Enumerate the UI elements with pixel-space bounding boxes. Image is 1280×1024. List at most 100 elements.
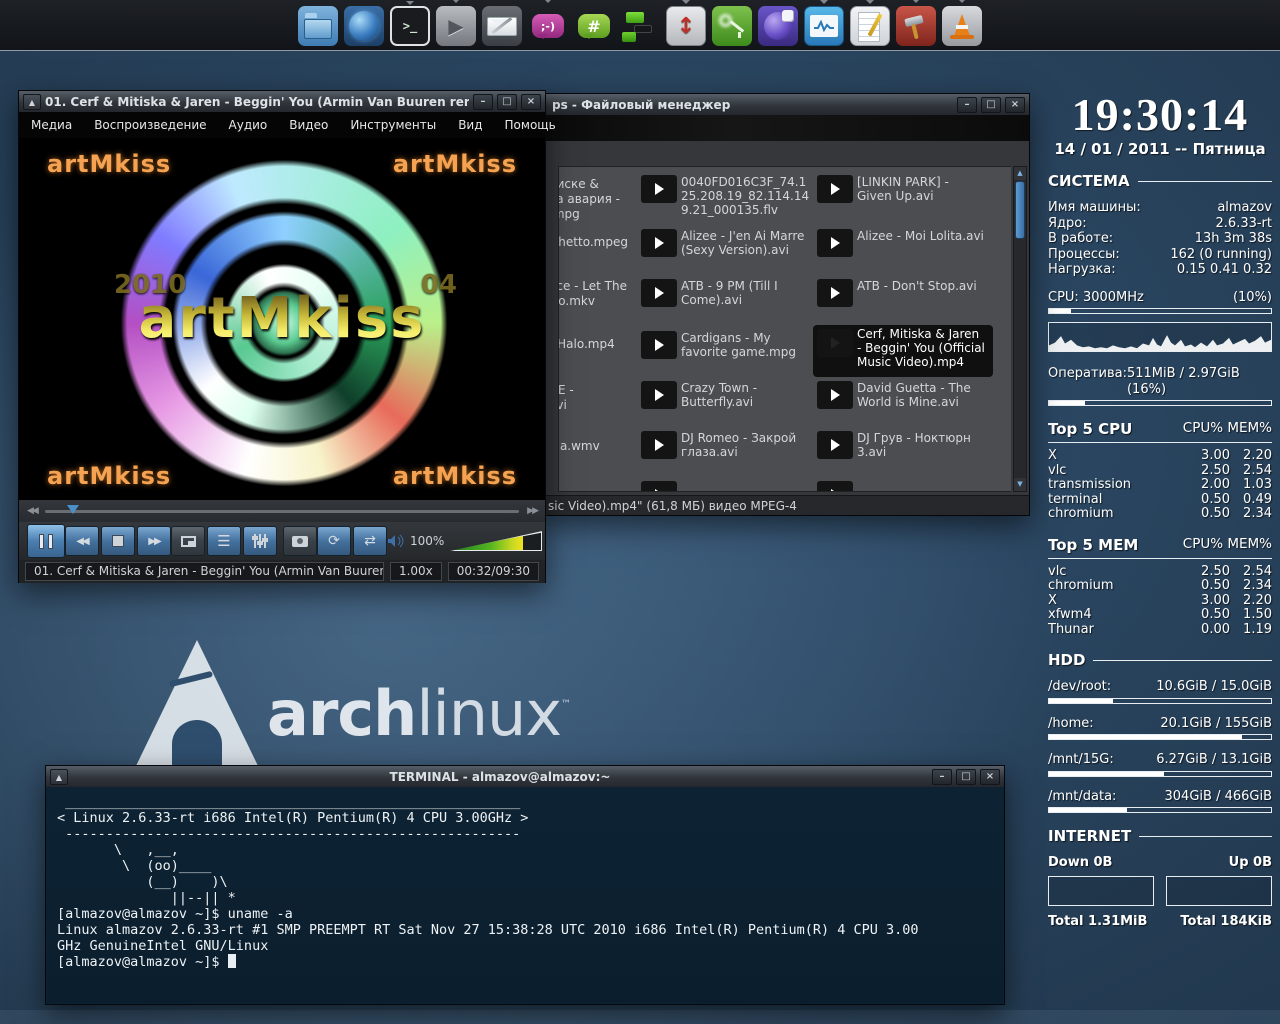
cpu-graph-plot bbox=[1049, 323, 1271, 351]
file-item-label[interactable]: Ghetto.mpeg bbox=[558, 235, 628, 250]
video-file-icon[interactable] bbox=[817, 279, 853, 307]
equalizer-button[interactable] bbox=[243, 526, 277, 556]
file-item-label[interactable]: NE - avi bbox=[558, 383, 574, 413]
file-manager-menubar[interactable] bbox=[538, 115, 1029, 141]
file-manager-titlebar[interactable]: ps - Файловый менеджер – □ × bbox=[538, 94, 1029, 115]
file-item-label[interactable]: ina.wmv bbox=[558, 439, 600, 454]
dock-network-globe-icon[interactable] bbox=[758, 6, 798, 46]
dock-file-manager-icon[interactable] bbox=[298, 6, 338, 46]
video-file-icon[interactable] bbox=[817, 481, 853, 492]
file-item-label[interactable]: David Guetta - The World is Mine.avi bbox=[857, 381, 987, 409]
snapshot-button[interactable] bbox=[283, 526, 317, 556]
playlist-button[interactable]: ☰ bbox=[207, 526, 241, 556]
file-item-label[interactable]: Alizee - J'en Ai Marre (Sexy Version).av… bbox=[681, 229, 811, 257]
top-cpu-header: Top 5 CPUCPU% MEM% bbox=[1048, 420, 1272, 443]
file-item-label[interactable]: DJ Romeo - Закрой глаза.avi bbox=[681, 431, 811, 459]
video-file-icon[interactable] bbox=[641, 431, 677, 459]
close-button[interactable]: × bbox=[980, 769, 1000, 785]
scroll-down-icon[interactable]: ▼ bbox=[1014, 478, 1026, 491]
file-item-label[interactable]: [LINKIN PARK] - Given Up.avi bbox=[857, 175, 987, 203]
scrollbar-thumb[interactable] bbox=[1015, 181, 1025, 239]
speaker-icon[interactable] bbox=[387, 534, 404, 548]
dock-system-monitor-icon[interactable] bbox=[804, 6, 844, 46]
playback-rate[interactable]: 1.00x bbox=[390, 562, 442, 581]
terminal-titlebar[interactable]: ▲ TERMINAL - almazov@almazov:~ – □ × bbox=[46, 766, 1004, 787]
previous-button[interactable]: ◀◀ bbox=[65, 526, 99, 556]
volume-slider[interactable] bbox=[450, 531, 542, 551]
video-file-icon[interactable] bbox=[641, 381, 677, 409]
dock-web-browser-icon[interactable] bbox=[344, 6, 384, 46]
artwork-brand: artMkiss bbox=[47, 150, 171, 178]
video-surface[interactable]: artMkiss artMkiss artMkiss artMkiss 2010… bbox=[19, 138, 545, 500]
dock-keyring-icon[interactable] bbox=[712, 6, 752, 46]
dock-media-player-icon[interactable]: ▶ bbox=[436, 6, 476, 46]
video-file-icon[interactable] bbox=[641, 331, 677, 359]
file-item-label[interactable]: Crazy Town - Butterfly.avi bbox=[681, 381, 811, 409]
video-file-icon[interactable] bbox=[641, 175, 677, 203]
shade-button[interactable]: ▲ bbox=[23, 94, 41, 110]
maximize-button[interactable]: □ bbox=[956, 769, 976, 785]
dock-updater-icon[interactable]: ↕ bbox=[666, 6, 706, 46]
menu-audio[interactable]: Аудио bbox=[229, 118, 268, 132]
close-button[interactable]: × bbox=[521, 94, 541, 110]
stop-button[interactable] bbox=[101, 526, 135, 556]
terminal-body[interactable]: ________________________________________… bbox=[47, 788, 1003, 1003]
info-row: Процессы:162 (0 running) bbox=[1048, 247, 1272, 263]
fullscreen-button[interactable] bbox=[171, 526, 205, 556]
minimize-button[interactable]: – bbox=[932, 769, 952, 785]
file-item-label[interactable]: ATB - Don't Stop.avi bbox=[857, 279, 987, 293]
video-file-icon[interactable] bbox=[817, 381, 853, 409]
menu-video[interactable]: Видео bbox=[289, 118, 328, 132]
loop-button[interactable]: ⟳ bbox=[317, 526, 351, 556]
minimize-button[interactable]: – bbox=[957, 97, 977, 113]
artwork-brand: artMkiss bbox=[393, 462, 517, 490]
file-item-label[interactable]: Cardigans - My favorite game.mpg bbox=[681, 331, 811, 359]
dock-notes-icon[interactable] bbox=[850, 6, 890, 46]
video-file-icon-selected[interactable] bbox=[817, 329, 853, 357]
seek-forward-icon[interactable]: ▶▶ bbox=[527, 506, 537, 516]
video-file-icon[interactable] bbox=[817, 229, 853, 257]
vlc-titlebar[interactable]: ▲ 01. Cerf & Mitiska & Jaren - Beggin' Y… bbox=[19, 91, 545, 112]
shuffle-button[interactable]: ⇄ bbox=[353, 526, 387, 556]
next-button[interactable]: ▶▶ bbox=[137, 526, 171, 556]
video-file-icon[interactable] bbox=[817, 431, 853, 459]
maximize-button[interactable]: □ bbox=[497, 94, 517, 110]
dock-vlc-icon[interactable] bbox=[942, 6, 982, 46]
dock-system-load-icon[interactable] bbox=[620, 6, 660, 46]
menu-tools[interactable]: Инструменты bbox=[350, 118, 436, 132]
file-item-label[interactable]: - Halo.mp4 bbox=[558, 337, 615, 352]
scrollbar[interactable]: ▲ ▼ bbox=[1013, 166, 1027, 492]
menu-help[interactable]: Помощь bbox=[505, 118, 556, 132]
menu-media[interactable]: Медиа bbox=[31, 118, 72, 132]
scroll-up-icon[interactable]: ▲ bbox=[1014, 167, 1026, 180]
seek-back-icon[interactable]: ◀◀ bbox=[27, 506, 37, 516]
file-item-label[interactable]: 0040FD016C3F_74.125.208.19_82.114.149.21… bbox=[681, 175, 811, 217]
file-item-label[interactable]: ace - Let The Go.mkv bbox=[558, 279, 627, 309]
video-file-icon[interactable] bbox=[641, 279, 677, 307]
video-file-icon[interactable] bbox=[641, 229, 677, 257]
file-item-label[interactable]: DJ Грув - Ноктюрн 3.avi bbox=[857, 431, 987, 459]
file-list[interactable]: риске & ка авария - .mpg Ghetto.mpeg ace… bbox=[558, 166, 1011, 492]
dock-irc-icon[interactable]: # bbox=[574, 6, 614, 46]
process-row: chromium0.502.34 bbox=[1048, 507, 1272, 522]
close-button[interactable]: × bbox=[1005, 97, 1025, 113]
pause-button[interactable] bbox=[27, 524, 65, 558]
maximize-button[interactable]: □ bbox=[981, 97, 1001, 113]
menu-playback[interactable]: Воспроизведение bbox=[94, 118, 206, 132]
time-display[interactable]: 00:32/09:30 bbox=[448, 562, 539, 581]
seek-thumb-icon[interactable] bbox=[67, 505, 79, 520]
dock-chat-icon[interactable]: ;-) bbox=[528, 6, 568, 46]
file-item-label[interactable]: Alizee - Moi Lolita.avi bbox=[857, 229, 987, 243]
minimize-button[interactable]: – bbox=[473, 94, 493, 110]
menu-view[interactable]: Вид bbox=[458, 118, 482, 132]
file-item-label[interactable]: ATB - 9 PM (Till I Come).avi bbox=[681, 279, 811, 307]
seek-slider[interactable] bbox=[45, 510, 519, 513]
video-file-icon[interactable] bbox=[641, 481, 677, 492]
shade-button[interactable]: ▲ bbox=[50, 769, 68, 785]
file-item-label-selected[interactable]: Cerf, Mitiska & Jaren - Beggin' You (Off… bbox=[857, 327, 987, 369]
dock-mail-icon[interactable] bbox=[482, 6, 522, 46]
file-item-label[interactable]: риске & ка авария - .mpg bbox=[558, 177, 620, 222]
video-file-icon[interactable] bbox=[817, 175, 853, 203]
dock-build-tools-icon[interactable] bbox=[896, 6, 936, 46]
dock-terminal-icon[interactable]: >_ bbox=[390, 6, 430, 46]
